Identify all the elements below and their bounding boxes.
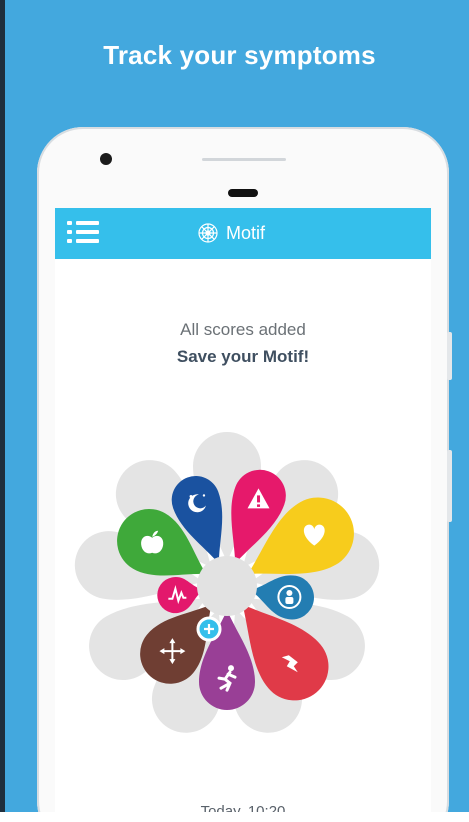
power-button (447, 450, 452, 522)
add-entry-icon[interactable] (196, 616, 222, 642)
app-screen: Motif All scores added Save your Motif! … (55, 208, 431, 812)
phone-mockup: Motif All scores added Save your Motif! … (37, 127, 452, 812)
front-camera (100, 153, 112, 165)
symptom-flower (74, 432, 380, 733)
date-link[interactable]: Today, 10:20 (201, 803, 286, 812)
store-screenshot: Track your symptoms Motif All scores add… (0, 0, 469, 812)
earpiece-speaker (228, 189, 258, 197)
sensor-bar (202, 158, 286, 161)
flower-center (197, 556, 257, 616)
volume-button (447, 332, 452, 380)
banner-title: Track your symptoms (103, 40, 376, 70)
date-row: Today, 10:20 (55, 803, 431, 812)
